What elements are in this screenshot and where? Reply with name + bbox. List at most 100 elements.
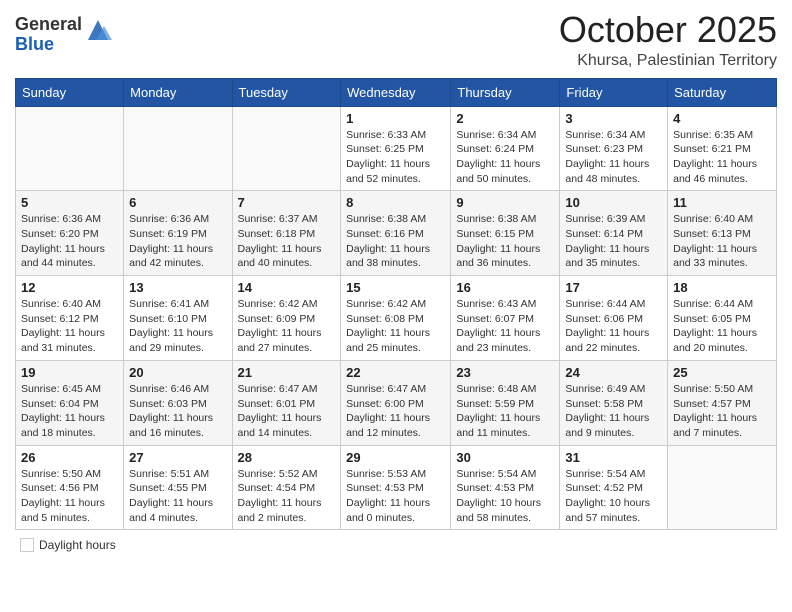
calendar-cell: 3 Sunrise: 6:34 AMSunset: 6:23 PMDaylight… — [560, 106, 668, 191]
day-number: 13 — [129, 280, 226, 295]
calendar-week-row: 26Sunrise: 5:50 AMSunset: 4:56 PMDayligh… — [16, 445, 777, 530]
calendar-cell: 21Sunrise: 6:47 AMSunset: 6:01 PMDayligh… — [232, 360, 341, 445]
calendar-cell: 22 Sunrise: 6:47 AMSunset: 6:00 PMDayligh… — [341, 360, 451, 445]
day-info: Sunrise: 6:37 AMSunset: 6:18 PMDaylight:… — [238, 212, 336, 271]
legend: Daylight hours — [15, 538, 777, 555]
calendar-week-row: 12 Sunrise: 6:40 AMSunset: 6:12 PMDayligh… — [16, 276, 777, 361]
calendar-cell: 30 Sunrise: 5:54 AMSunset: 4:53 PMDayligh… — [451, 445, 560, 530]
month-title: October 2025 — [559, 10, 777, 50]
day-info: Sunrise: 6:35 AMSunset: 6:21 PMDaylight:… — [673, 128, 771, 187]
day-number: 19 — [21, 365, 118, 380]
day-number: 1 — [346, 111, 445, 126]
calendar-cell: 18Sunrise: 6:44 AMSunset: 6:05 PMDayligh… — [668, 276, 777, 361]
day-info: Sunrise: 6:40 AMSunset: 6:13 PMDaylight:… — [673, 212, 771, 271]
calendar-table: SundayMondayTuesdayWednesdayThursdayFrid… — [15, 78, 777, 531]
day-number: 17 — [565, 280, 662, 295]
calendar-cell: 31Sunrise: 5:54 AMSunset: 4:52 PMDayligh… — [560, 445, 668, 530]
calendar-cell: 19 Sunrise: 6:45 AMSunset: 6:04 PMDayligh… — [16, 360, 124, 445]
calendar-cell: 9 Sunrise: 6:38 AMSunset: 6:15 PMDaylight… — [451, 191, 560, 276]
calendar-cell: 28Sunrise: 5:52 AMSunset: 4:54 PMDayligh… — [232, 445, 341, 530]
calendar-weekday-tuesday: Tuesday — [232, 78, 341, 106]
day-number: 7 — [238, 195, 336, 210]
calendar-cell: 13 Sunrise: 6:41 AMSunset: 6:10 PMDayligh… — [124, 276, 232, 361]
day-info: Sunrise: 5:52 AMSunset: 4:54 PMDaylight:… — [238, 467, 336, 526]
day-number: 15 — [346, 280, 445, 295]
calendar-cell: 7 Sunrise: 6:37 AMSunset: 6:18 PMDaylight… — [232, 191, 341, 276]
day-number: 14 — [238, 280, 336, 295]
day-number: 10 — [565, 195, 662, 210]
day-number: 16 — [456, 280, 554, 295]
calendar-cell: 8 Sunrise: 6:38 AMSunset: 6:16 PMDaylight… — [341, 191, 451, 276]
calendar-weekday-sunday: Sunday — [16, 78, 124, 106]
calendar-cell: 12 Sunrise: 6:40 AMSunset: 6:12 PMDayligh… — [16, 276, 124, 361]
calendar-week-row: 5Sunrise: 6:36 AMSunset: 6:20 PMDaylight… — [16, 191, 777, 276]
calendar-cell: 2 Sunrise: 6:34 AMSunset: 6:24 PMDaylight… — [451, 106, 560, 191]
day-number: 23 — [456, 365, 554, 380]
calendar-cell: 23 Sunrise: 6:48 AMSunset: 5:59 PMDayligh… — [451, 360, 560, 445]
calendar-cell — [16, 106, 124, 191]
day-number: 6 — [129, 195, 226, 210]
day-number: 11 — [673, 195, 771, 210]
calendar-weekday-saturday: Saturday — [668, 78, 777, 106]
day-number: 26 — [21, 450, 118, 465]
calendar-cell: 14Sunrise: 6:42 AMSunset: 6:09 PMDayligh… — [232, 276, 341, 361]
day-info: Sunrise: 6:39 AMSunset: 6:14 PMDaylight:… — [565, 212, 662, 271]
calendar-cell: 27 Sunrise: 5:51 AMSunset: 4:55 PMDayligh… — [124, 445, 232, 530]
day-info: Sunrise: 6:48 AMSunset: 5:59 PMDaylight:… — [456, 382, 554, 441]
day-number: 24 — [565, 365, 662, 380]
page-header: General Blue October 2025 Khursa, Palest… — [15, 10, 777, 70]
calendar-cell: 1Sunrise: 6:33 AMSunset: 6:25 PMDaylight… — [341, 106, 451, 191]
calendar-week-row: 19 Sunrise: 6:45 AMSunset: 6:04 PMDayligh… — [16, 360, 777, 445]
location: Khursa, Palestinian Territory — [559, 52, 777, 70]
day-number: 2 — [456, 111, 554, 126]
day-info: Sunrise: 5:51 AMSunset: 4:55 PMDaylight:… — [129, 467, 226, 526]
calendar-cell: 15Sunrise: 6:42 AMSunset: 6:08 PMDayligh… — [341, 276, 451, 361]
legend-item: Daylight hours — [20, 538, 116, 552]
calendar-week-row: 1Sunrise: 6:33 AMSunset: 6:25 PMDaylight… — [16, 106, 777, 191]
calendar-weekday-friday: Friday — [560, 78, 668, 106]
day-info: Sunrise: 6:38 AMSunset: 6:15 PMDaylight:… — [456, 212, 554, 271]
logo-text: General Blue — [15, 15, 82, 55]
day-number: 27 — [129, 450, 226, 465]
day-info: Sunrise: 6:47 AMSunset: 6:00 PMDaylight:… — [346, 382, 445, 441]
day-number: 30 — [456, 450, 554, 465]
calendar-cell — [124, 106, 232, 191]
day-info: Sunrise: 6:34 AMSunset: 6:23 PMDaylight:… — [565, 128, 662, 187]
calendar-cell: 10 Sunrise: 6:39 AMSunset: 6:14 PMDayligh… — [560, 191, 668, 276]
calendar-cell: 4Sunrise: 6:35 AMSunset: 6:21 PMDaylight… — [668, 106, 777, 191]
day-info: Sunrise: 6:44 AMSunset: 6:05 PMDaylight:… — [673, 297, 771, 356]
day-info: Sunrise: 6:47 AMSunset: 6:01 PMDaylight:… — [238, 382, 336, 441]
day-info: Sunrise: 6:34 AMSunset: 6:24 PMDaylight:… — [456, 128, 554, 187]
day-info: Sunrise: 6:40 AMSunset: 6:12 PMDaylight:… — [21, 297, 118, 356]
day-info: Sunrise: 6:44 AMSunset: 6:06 PMDaylight:… — [565, 297, 662, 356]
logo-blue: Blue — [15, 35, 82, 55]
day-info: Sunrise: 6:45 AMSunset: 6:04 PMDaylight:… — [21, 382, 118, 441]
day-info: Sunrise: 5:54 AMSunset: 4:53 PMDaylight:… — [456, 467, 554, 526]
calendar-weekday-thursday: Thursday — [451, 78, 560, 106]
calendar-cell: 11 Sunrise: 6:40 AMSunset: 6:13 PMDayligh… — [668, 191, 777, 276]
calendar-cell — [668, 445, 777, 530]
calendar-cell: 6 Sunrise: 6:36 AMSunset: 6:19 PMDaylight… — [124, 191, 232, 276]
legend-color-box — [20, 538, 34, 552]
day-number: 8 — [346, 195, 445, 210]
day-number: 9 — [456, 195, 554, 210]
day-info: Sunrise: 6:41 AMSunset: 6:10 PMDaylight:… — [129, 297, 226, 356]
day-info: Sunrise: 5:54 AMSunset: 4:52 PMDaylight:… — [565, 467, 662, 526]
day-number: 22 — [346, 365, 445, 380]
day-info: Sunrise: 6:38 AMSunset: 6:16 PMDaylight:… — [346, 212, 445, 271]
day-info: Sunrise: 6:49 AMSunset: 5:58 PMDaylight:… — [565, 382, 662, 441]
day-info: Sunrise: 6:36 AMSunset: 6:19 PMDaylight:… — [129, 212, 226, 271]
day-number: 5 — [21, 195, 118, 210]
title-block: October 2025 Khursa, Palestinian Territo… — [559, 10, 777, 70]
day-number: 12 — [21, 280, 118, 295]
day-number: 25 — [673, 365, 771, 380]
calendar-cell: 24 Sunrise: 6:49 AMSunset: 5:58 PMDayligh… — [560, 360, 668, 445]
logo-icon — [84, 16, 112, 44]
calendar-cell: 25 Sunrise: 5:50 AMSunset: 4:57 PMDayligh… — [668, 360, 777, 445]
calendar-cell: 17 Sunrise: 6:44 AMSunset: 6:06 PMDayligh… — [560, 276, 668, 361]
calendar-weekday-wednesday: Wednesday — [341, 78, 451, 106]
day-info: Sunrise: 5:50 AMSunset: 4:57 PMDaylight:… — [673, 382, 771, 441]
day-number: 3 — [565, 111, 662, 126]
calendar-cell — [232, 106, 341, 191]
calendar-header-row: SundayMondayTuesdayWednesdayThursdayFrid… — [16, 78, 777, 106]
